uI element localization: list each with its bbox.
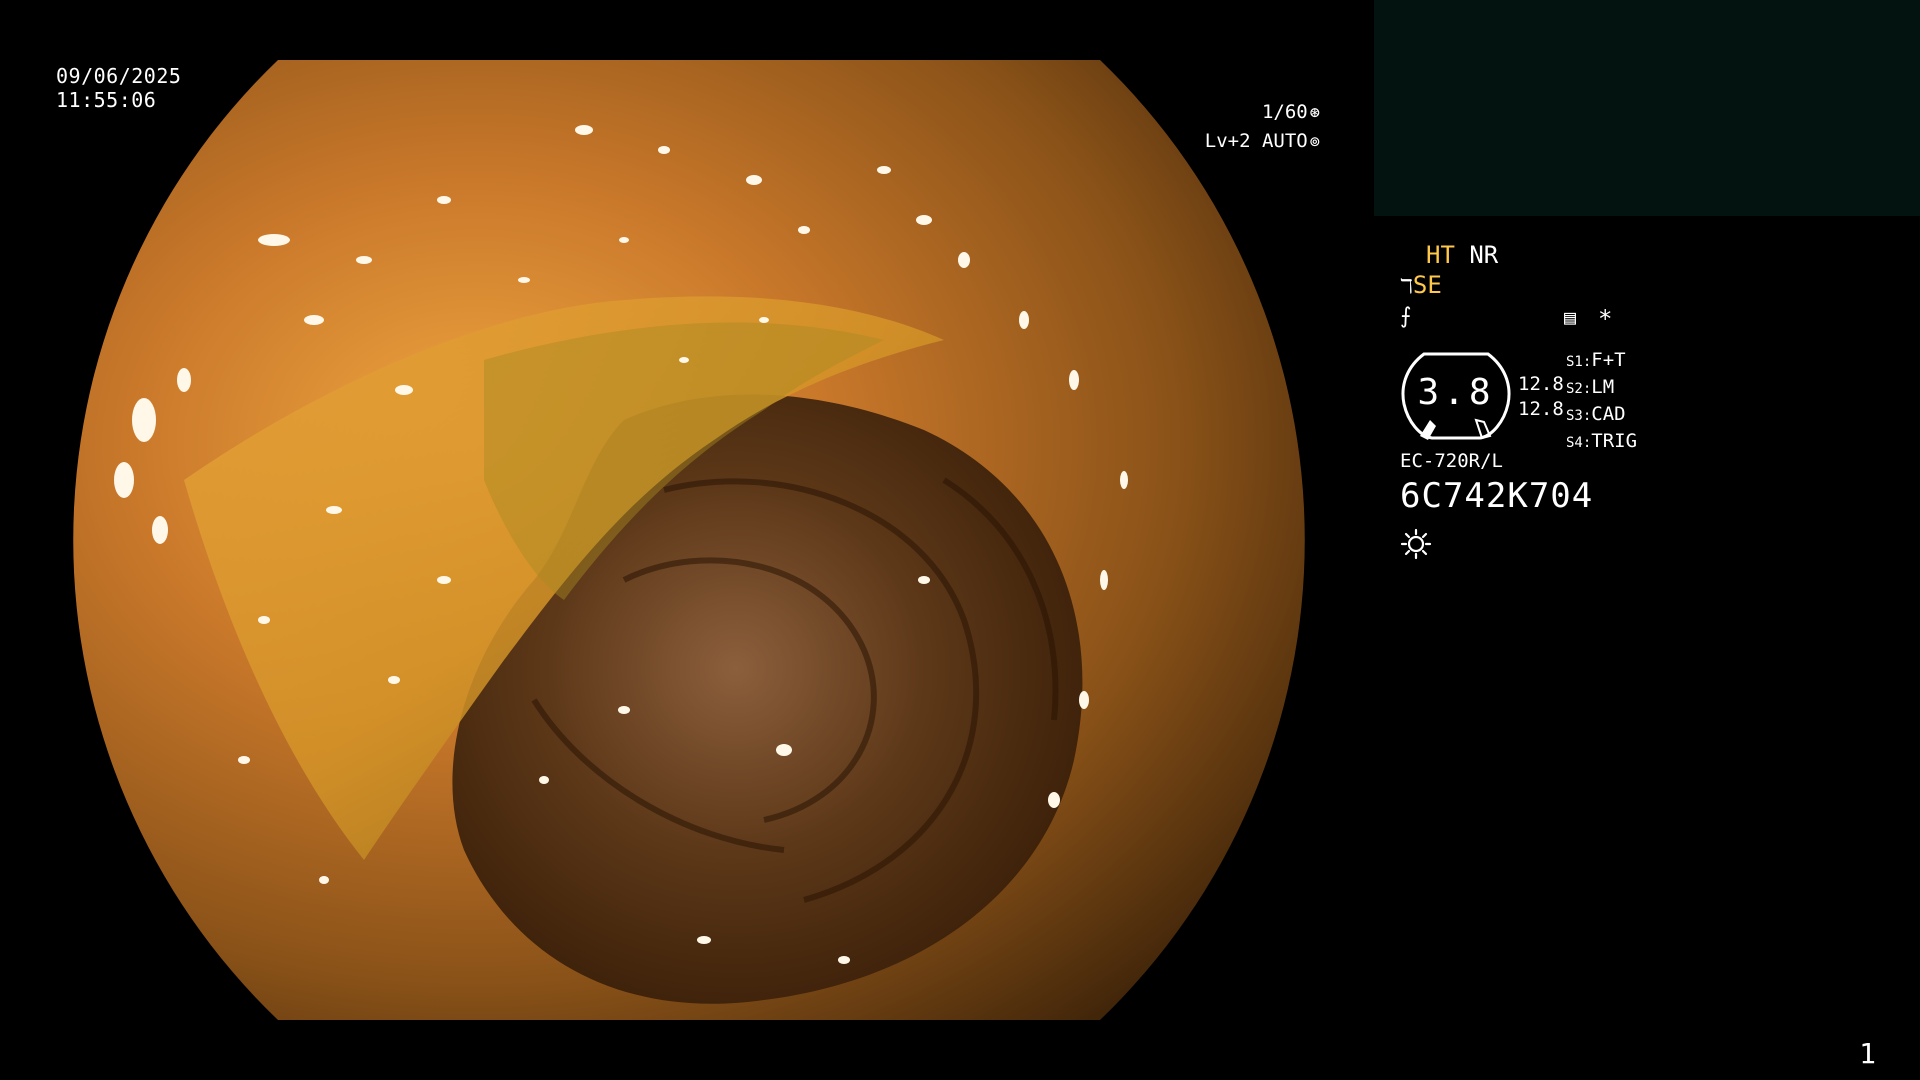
switch-value: F+T bbox=[1591, 349, 1626, 371]
star-indicator: * bbox=[1598, 305, 1613, 333]
endoscopic-image bbox=[73, 60, 1305, 1020]
date-label: 09/06/2025 bbox=[56, 64, 182, 88]
switch-value: TRIG bbox=[1591, 430, 1638, 452]
switch-key: S4: bbox=[1566, 435, 1592, 451]
scope-model: EC-720R/L bbox=[1400, 450, 1503, 472]
switch-row: S1:F+T bbox=[1566, 348, 1637, 375]
wave-icon: ℸ bbox=[1400, 274, 1413, 298]
switch-row: S4:TRIG bbox=[1566, 429, 1637, 456]
switch-assignments: S1:F+T S2:LM S3:CAD S4:TRIG bbox=[1566, 348, 1637, 456]
secondary-monitor bbox=[1374, 0, 1920, 216]
slash-f-icon: ⨍ bbox=[1400, 304, 1412, 329]
nr-indicator: NR bbox=[1469, 241, 1499, 269]
exposure-level: Lv+2 AUTO bbox=[1204, 130, 1308, 152]
stat-values: 12.8 12.8 bbox=[1518, 372, 1564, 422]
switch-value: CAD bbox=[1591, 403, 1626, 425]
switch-value: LM bbox=[1591, 376, 1615, 398]
level-row: Lv+2 AUTO ⊚ bbox=[1205, 127, 1320, 156]
se-indicator: SE bbox=[1412, 271, 1442, 299]
ht-indicator: HT bbox=[1426, 241, 1455, 269]
switch-key: S3: bbox=[1566, 408, 1592, 424]
time-label: 11:55:06 bbox=[56, 88, 157, 112]
menu-card-icon: ▤ bbox=[1564, 305, 1577, 329]
scope-serial: 6C742K704 bbox=[1400, 476, 1594, 516]
shutter-row: 1/60 ⊛ bbox=[1205, 98, 1320, 127]
gauge-value: 3.8 bbox=[1417, 372, 1495, 413]
switch-key: S2: bbox=[1566, 381, 1592, 397]
aperture-icon: ⊛ bbox=[1309, 103, 1320, 123]
page-number: 1 bbox=[1859, 1037, 1876, 1070]
mode-row-ht-nr: HT NR bbox=[1426, 240, 1498, 270]
date-time-overlay: 09/06/2025 11:55:06 bbox=[56, 64, 181, 112]
stat-a: 12.8 bbox=[1518, 373, 1564, 395]
mode-row-se: ℸSE bbox=[1400, 270, 1442, 301]
shutter-speed: 1/60 bbox=[1261, 101, 1308, 123]
switch-row: S3:CAD bbox=[1566, 402, 1637, 429]
switch-key: S1: bbox=[1566, 354, 1592, 370]
exposure-overlay: 1/60 ⊛ Lv+2 AUTO ⊚ bbox=[1205, 98, 1320, 156]
stat-b: 12.8 bbox=[1518, 398, 1564, 420]
sun-icon bbox=[1400, 528, 1432, 560]
switch-row: S2:LM bbox=[1566, 375, 1637, 402]
iris-icon: ⊚ bbox=[1309, 132, 1320, 152]
endoscope-view bbox=[64, 60, 1314, 1020]
